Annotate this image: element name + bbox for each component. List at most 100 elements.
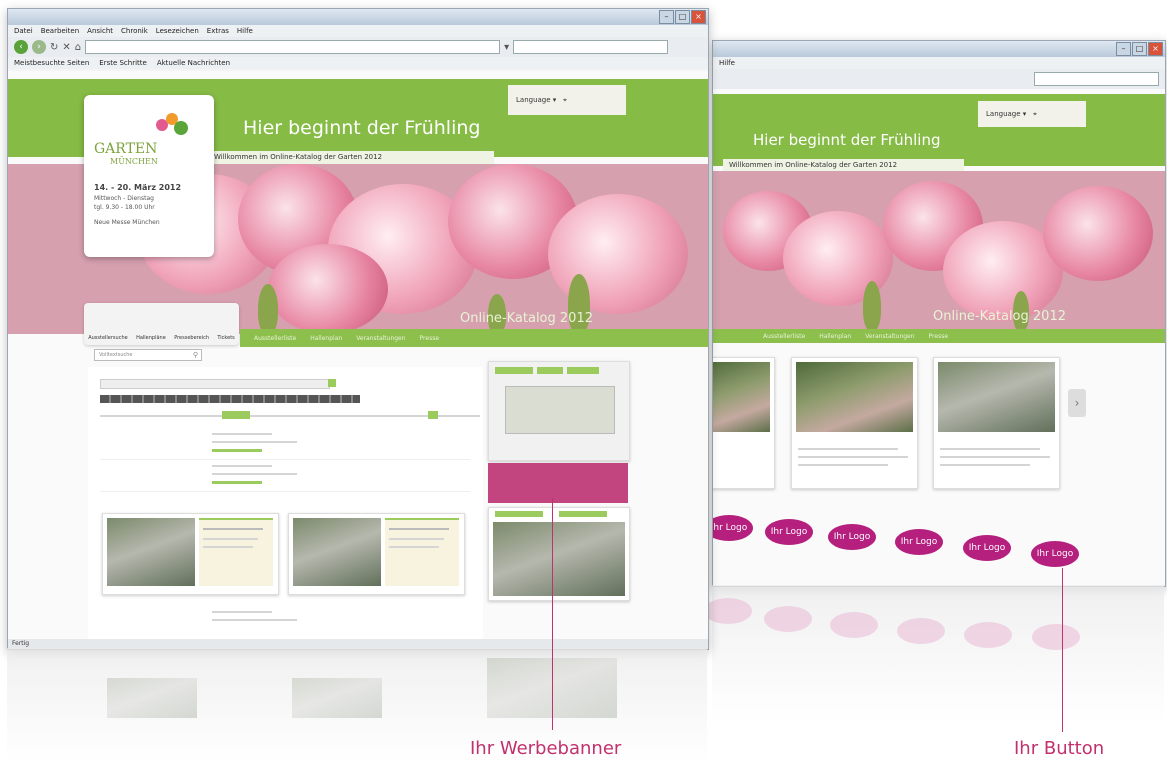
menu-item[interactable]: Bearbeiten (41, 25, 79, 37)
alphabet-bar[interactable] (100, 395, 360, 403)
page-front: Language ▾ ⌖ Hier beginnt der Frühling W… (8, 71, 708, 639)
side-tabs: Ausstellersuche Hallenpläne Pressebereic… (84, 303, 239, 345)
address-bar[interactable] (85, 40, 501, 54)
page-back: Language ▾ ⌖ Hier beginnt der Frühling W… (713, 89, 1165, 586)
ad-banner[interactable] (488, 463, 628, 503)
side-tab[interactable]: Hallenpläne (136, 335, 166, 341)
logo-button[interactable]: Ihr Logo (765, 519, 813, 545)
logo-button[interactable]: Ihr Logo (828, 524, 876, 550)
search-placeholder: Volltextsuche (99, 352, 133, 358)
gallery-card[interactable] (933, 357, 1060, 489)
featured-card[interactable] (102, 513, 279, 595)
logo-text-line1: GARTEN (94, 141, 158, 157)
bookmarks-bar: Meistbesuchte Seiten Erste Schritte Aktu… (8, 57, 708, 69)
gallery-card[interactable] (791, 357, 918, 489)
logo-button[interactable]: Ihr Logo (895, 529, 943, 555)
list-item[interactable] (100, 429, 470, 460)
side-tab[interactable]: Pressebereich (174, 335, 209, 341)
logo-text-line2: MÜNCHEN (110, 157, 158, 166)
logo-flower-icon (156, 113, 190, 139)
menu-item[interactable]: Hilfe (237, 25, 253, 37)
menu-item[interactable]: Ansicht (87, 25, 113, 37)
tagline: Hier beginnt der Frühling (243, 117, 481, 139)
event-hours: tgl. 9.30 - 18.00 Uhr (94, 204, 155, 211)
katalog-title: Online-Katalog 2012 (460, 311, 593, 326)
subnav-item[interactable]: Ausstellerliste (254, 335, 296, 342)
menu-item-help[interactable]: Hilfe (719, 57, 735, 69)
menu-bar: Hilfe (713, 57, 1165, 69)
minimize-icon[interactable]: – (1116, 42, 1131, 56)
tagline: Hier beginnt der Frühling (753, 131, 941, 149)
browser-window-back: – □ × Hilfe Language ▾ ⌖ Hier beginnt der … (712, 40, 1166, 587)
dropdown-icon[interactable]: ▾ (504, 42, 509, 53)
side-tab[interactable]: Tickets (217, 335, 234, 341)
subnav-item[interactable]: Ausstellerliste (763, 333, 805, 340)
bookmark-item[interactable]: Aktuelle Nachrichten (157, 57, 230, 69)
search-input[interactable] (1034, 72, 1159, 86)
gallery-card[interactable] (713, 357, 775, 489)
event-days: Mittwoch - Dienstag (94, 195, 154, 202)
button-callout: Ihr Button (1014, 738, 1105, 759)
forward-button[interactable]: › (32, 40, 46, 54)
button-callout-line (1062, 568, 1063, 732)
list-item[interactable] (100, 607, 470, 637)
maximize-icon[interactable]: □ (675, 10, 690, 24)
map-icon: ⌖ (1032, 110, 1037, 118)
carousel-next-icon[interactable]: › (1068, 389, 1086, 417)
map-widget[interactable] (488, 361, 630, 461)
banner-callout: Ihr Werbebanner (470, 738, 622, 759)
katalog-title: Online-Katalog 2012 (933, 309, 1066, 324)
close-icon[interactable]: × (1148, 42, 1163, 56)
subnav-item[interactable]: Veranstaltungen (865, 333, 914, 340)
search-icon[interactable]: ⚲ (193, 350, 198, 360)
subnav-item[interactable]: Veranstaltungen (356, 335, 405, 342)
close-icon[interactable]: × (691, 10, 706, 24)
maximize-icon[interactable]: □ (1132, 42, 1147, 56)
subnav-item[interactable]: Hallenplan (310, 335, 342, 342)
subnav-item[interactable]: Presse (420, 335, 439, 342)
back-button[interactable]: ‹ (14, 40, 28, 54)
sub-nav: Ausstellerliste Hallenplan Veranstaltung… (240, 329, 708, 347)
browser-window-front: – □ × Datei Bearbeiten Ansicht Chronik Les… (7, 8, 709, 650)
hero-image (713, 171, 1165, 331)
sidebar-photo-card[interactable] (488, 507, 630, 601)
logo-button[interactable]: Ihr Logo (1031, 541, 1079, 567)
sub-nav: Ausstellerliste Hallenplan Veranstaltung… (713, 329, 1165, 343)
welcome-bar: Willkommen im Online-Katalog der Garten … (723, 159, 964, 171)
event-dates: 14. - 20. März 2012 (94, 183, 182, 192)
menu-item[interactable]: Extras (207, 25, 229, 37)
exhibitor-list-panel (88, 367, 483, 639)
logo-button[interactable]: Ihr Logo (963, 535, 1011, 561)
list-item[interactable] (100, 461, 470, 492)
minimize-icon[interactable]: – (659, 10, 674, 24)
bookmark-item[interactable]: Erste Schritte (99, 57, 147, 69)
featured-card[interactable] (288, 513, 465, 595)
hall-map[interactable] (505, 386, 615, 434)
welcome-bar: Willkommen im Online-Katalog der Garten … (208, 151, 494, 164)
search-input[interactable] (513, 40, 669, 54)
reload-icon[interactable]: ↻ (50, 42, 58, 53)
logo-button[interactable]: Ihr Logo (713, 515, 753, 541)
language-box[interactable]: Language ▾ ⌖ (508, 85, 626, 115)
title-bar: – □ × (8, 9, 708, 25)
home-icon[interactable]: ⌂ (75, 42, 81, 53)
menu-item[interactable]: Chronik (121, 25, 148, 37)
nav-bar: ‹ › ↻ ✕ ⌂ ▾ (8, 37, 708, 57)
subnav-item[interactable]: Presse (929, 333, 948, 340)
menu-item[interactable]: Datei (14, 25, 33, 37)
stop-icon[interactable]: ✕ (62, 42, 70, 53)
language-box[interactable]: Language ▾ ⌖ (978, 101, 1086, 127)
nav-bar (713, 69, 1165, 89)
banner-callout-line (552, 498, 553, 730)
menu-item[interactable]: Lesezeichen (156, 25, 199, 37)
map-icon: ⌖ (562, 96, 567, 104)
menu-bar: Datei Bearbeiten Ansicht Chronik Lesezei… (8, 25, 708, 37)
site-logo[interactable]: GARTEN MÜNCHEN 14. - 20. März 2012 Mittw… (84, 95, 214, 257)
volltext-search[interactable]: Volltextsuche ⚲ (94, 349, 202, 361)
bookmark-item[interactable]: Meistbesuchte Seiten (14, 57, 89, 69)
language-label: Language (516, 96, 551, 104)
side-tab[interactable]: Ausstellersuche (88, 335, 128, 341)
language-label: Language (986, 110, 1021, 118)
header-band (713, 94, 1165, 166)
subnav-item[interactable]: Hallenplan (819, 333, 851, 340)
